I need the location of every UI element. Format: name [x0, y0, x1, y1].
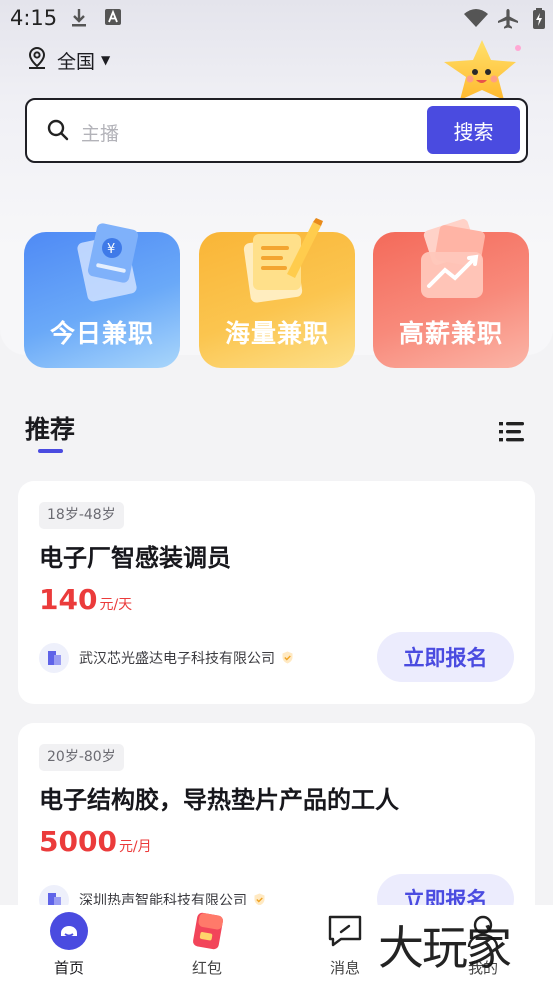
- company-building-icon: [39, 643, 69, 673]
- list-view-icon[interactable]: [499, 421, 525, 447]
- search-input[interactable]: 主播: [81, 119, 119, 146]
- status-time: 4:15: [10, 6, 58, 30]
- watermark: 大玩家: [378, 921, 512, 975]
- category-massive-parttime[interactable]: 海量兼职: [199, 218, 355, 368]
- age-range-badge: 20岁-80岁: [39, 744, 124, 771]
- nav-label: 红包: [191, 959, 222, 977]
- location-label: 全国: [57, 50, 96, 73]
- category-label: 海量兼职: [224, 319, 329, 348]
- salary-unit: 元/天: [99, 597, 133, 613]
- search-button[interactable]: 搜索: [427, 106, 520, 154]
- search-bar: 主播 搜索: [25, 98, 528, 163]
- salary-amount: 5000: [39, 825, 117, 858]
- apply-button[interactable]: 立即报名: [377, 632, 514, 682]
- job-title: 电子厂智感装调员: [39, 544, 231, 572]
- tab-indicator: [38, 449, 63, 453]
- download-icon: [70, 8, 88, 32]
- wallet-chart-illustration: [401, 218, 501, 306]
- red-envelope-icon: [187, 911, 227, 951]
- verified-icon: [281, 649, 294, 668]
- salary-amount: 140: [39, 583, 98, 616]
- search-icon: [47, 119, 69, 145]
- recommend-tab[interactable]: 推荐: [25, 410, 75, 446]
- category-today-parttime[interactable]: ¥ 今日兼职: [24, 218, 180, 368]
- airplane-mode-icon: [497, 8, 519, 34]
- nav-label: 首页: [53, 959, 84, 977]
- job-title: 电子结构胶，导热垫片产品的工人: [39, 786, 399, 814]
- battery-icon: [532, 8, 546, 34]
- age-range-badge: 18岁-48岁: [39, 502, 124, 529]
- salary: 140 元/天: [39, 583, 132, 616]
- caret-down-icon: ▼: [101, 53, 111, 67]
- banknote-illustration: ¥: [52, 218, 152, 306]
- nav-item-red-envelope[interactable]: 红包: [157, 905, 257, 983]
- svg-text:¥: ¥: [107, 242, 115, 257]
- notepad-pen-illustration: [227, 218, 327, 306]
- salary: 5000 元/月: [39, 825, 152, 858]
- location-pin-icon: [26, 46, 48, 74]
- category-label: 高薪兼职: [398, 319, 503, 348]
- wifi-icon: [463, 8, 489, 32]
- company-info: 武汉芯光盛达电子科技有限公司: [39, 643, 294, 673]
- company-name: 武汉芯光盛达电子科技有限公司: [79, 651, 275, 667]
- status-bar: 4:15: [0, 0, 553, 38]
- message-icon: [325, 911, 365, 951]
- nav-item-home[interactable]: 首页: [19, 905, 119, 983]
- app-notification-icon: [104, 8, 122, 30]
- star-mascot-illustration: [430, 36, 530, 102]
- category-label: 今日兼职: [49, 319, 154, 348]
- job-card[interactable]: 18岁-48岁 电子厂智感装调员 140 元/天 武汉芯光盛达电子科技有限公司 立…: [18, 481, 535, 704]
- salary-unit: 元/月: [118, 839, 152, 855]
- location-selector[interactable]: 全国 ▼: [26, 46, 111, 74]
- home-icon: [49, 911, 89, 951]
- category-high-salary-parttime[interactable]: 高薪兼职: [373, 218, 529, 368]
